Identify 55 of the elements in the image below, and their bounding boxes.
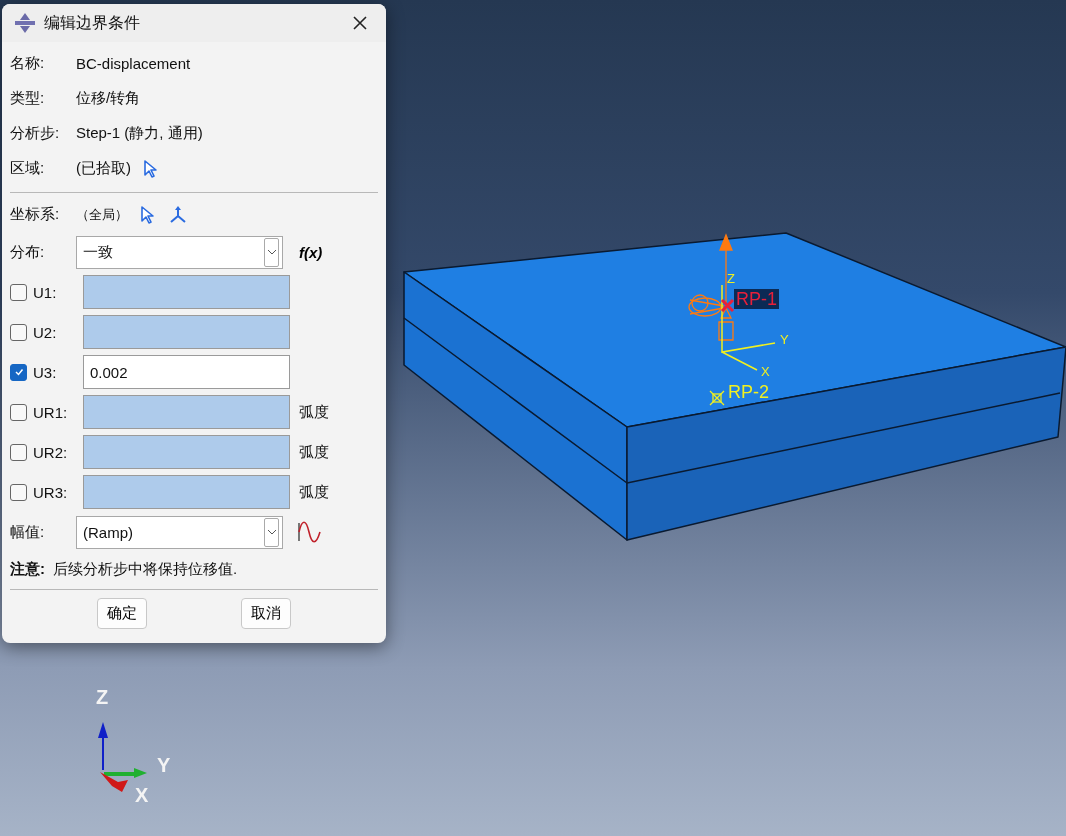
field-value: (已拾取): [76, 159, 131, 178]
field-label: UR3:: [33, 483, 69, 501]
unit-label: 弧度: [299, 402, 329, 422]
field-label: 坐标系:: [10, 205, 61, 224]
field-value: BC-displacement: [76, 55, 191, 72]
dialog-button[interactable]: 取消: [241, 598, 291, 629]
field-label: UR1:: [33, 403, 69, 421]
field-label: UR2:: [33, 443, 69, 461]
field-value: （全局）: [76, 205, 128, 224]
axis-label: X: [135, 784, 149, 806]
app-icon: [14, 12, 36, 34]
field-value: Step-1 (静力, 通用): [76, 124, 203, 143]
axis-label: Z: [727, 271, 735, 286]
input-field[interactable]: 0.002: [83, 355, 290, 389]
field-label: 分布:: [10, 242, 46, 262]
unit-label: 弧度: [299, 442, 329, 462]
field-label: 类型:: [10, 89, 46, 108]
input-field[interactable]: [83, 275, 290, 309]
checkbox[interactable]: [10, 443, 27, 461]
distribution-dropdown[interactable]: 一致: [76, 235, 283, 269]
axis-label: X: [761, 364, 770, 379]
field-label: 幅值:: [10, 522, 46, 542]
note-text: 后续分析步中将保持位移值.: [53, 559, 238, 579]
field-value: 位移/转角: [76, 89, 141, 108]
axes-icon[interactable]: [168, 204, 188, 225]
checkbox[interactable]: [10, 323, 27, 341]
field-label: U3:: [33, 363, 58, 381]
input-field[interactable]: [83, 435, 290, 469]
axis-label: Z: [96, 686, 109, 708]
field-label: U2:: [33, 323, 58, 341]
function-button[interactable]: f(x): [299, 243, 323, 261]
dialog-button[interactable]: 确定: [97, 598, 147, 629]
unit-label: 弧度: [299, 482, 329, 502]
field-label: 名称:: [10, 54, 46, 73]
checkbox[interactable]: [10, 403, 27, 421]
checkbox[interactable]: [10, 283, 27, 301]
point-label: RP-2: [728, 382, 769, 402]
cursor-icon[interactable]: [143, 158, 159, 179]
checkmark-icon: [13, 367, 24, 377]
input-field[interactable]: [83, 475, 290, 509]
field-label: U1:: [33, 283, 58, 301]
axis-label: Y: [780, 332, 789, 347]
checkbox[interactable]: [10, 363, 27, 381]
note-label: 注意:: [10, 559, 45, 579]
field-label: 分析步:: [10, 124, 61, 143]
wave-icon[interactable]: [297, 521, 321, 543]
checkbox[interactable]: [10, 483, 27, 501]
axis-label: Y: [157, 754, 171, 776]
field-label: 区域:: [10, 159, 46, 178]
amplitude-dropdown[interactable]: (Ramp): [76, 515, 283, 549]
input-field[interactable]: [83, 315, 290, 349]
cursor-icon[interactable]: [140, 204, 156, 225]
point-label: RP-1: [734, 289, 779, 309]
dialog-title: 编辑边界条件: [44, 12, 141, 33]
input-field[interactable]: [83, 395, 290, 429]
